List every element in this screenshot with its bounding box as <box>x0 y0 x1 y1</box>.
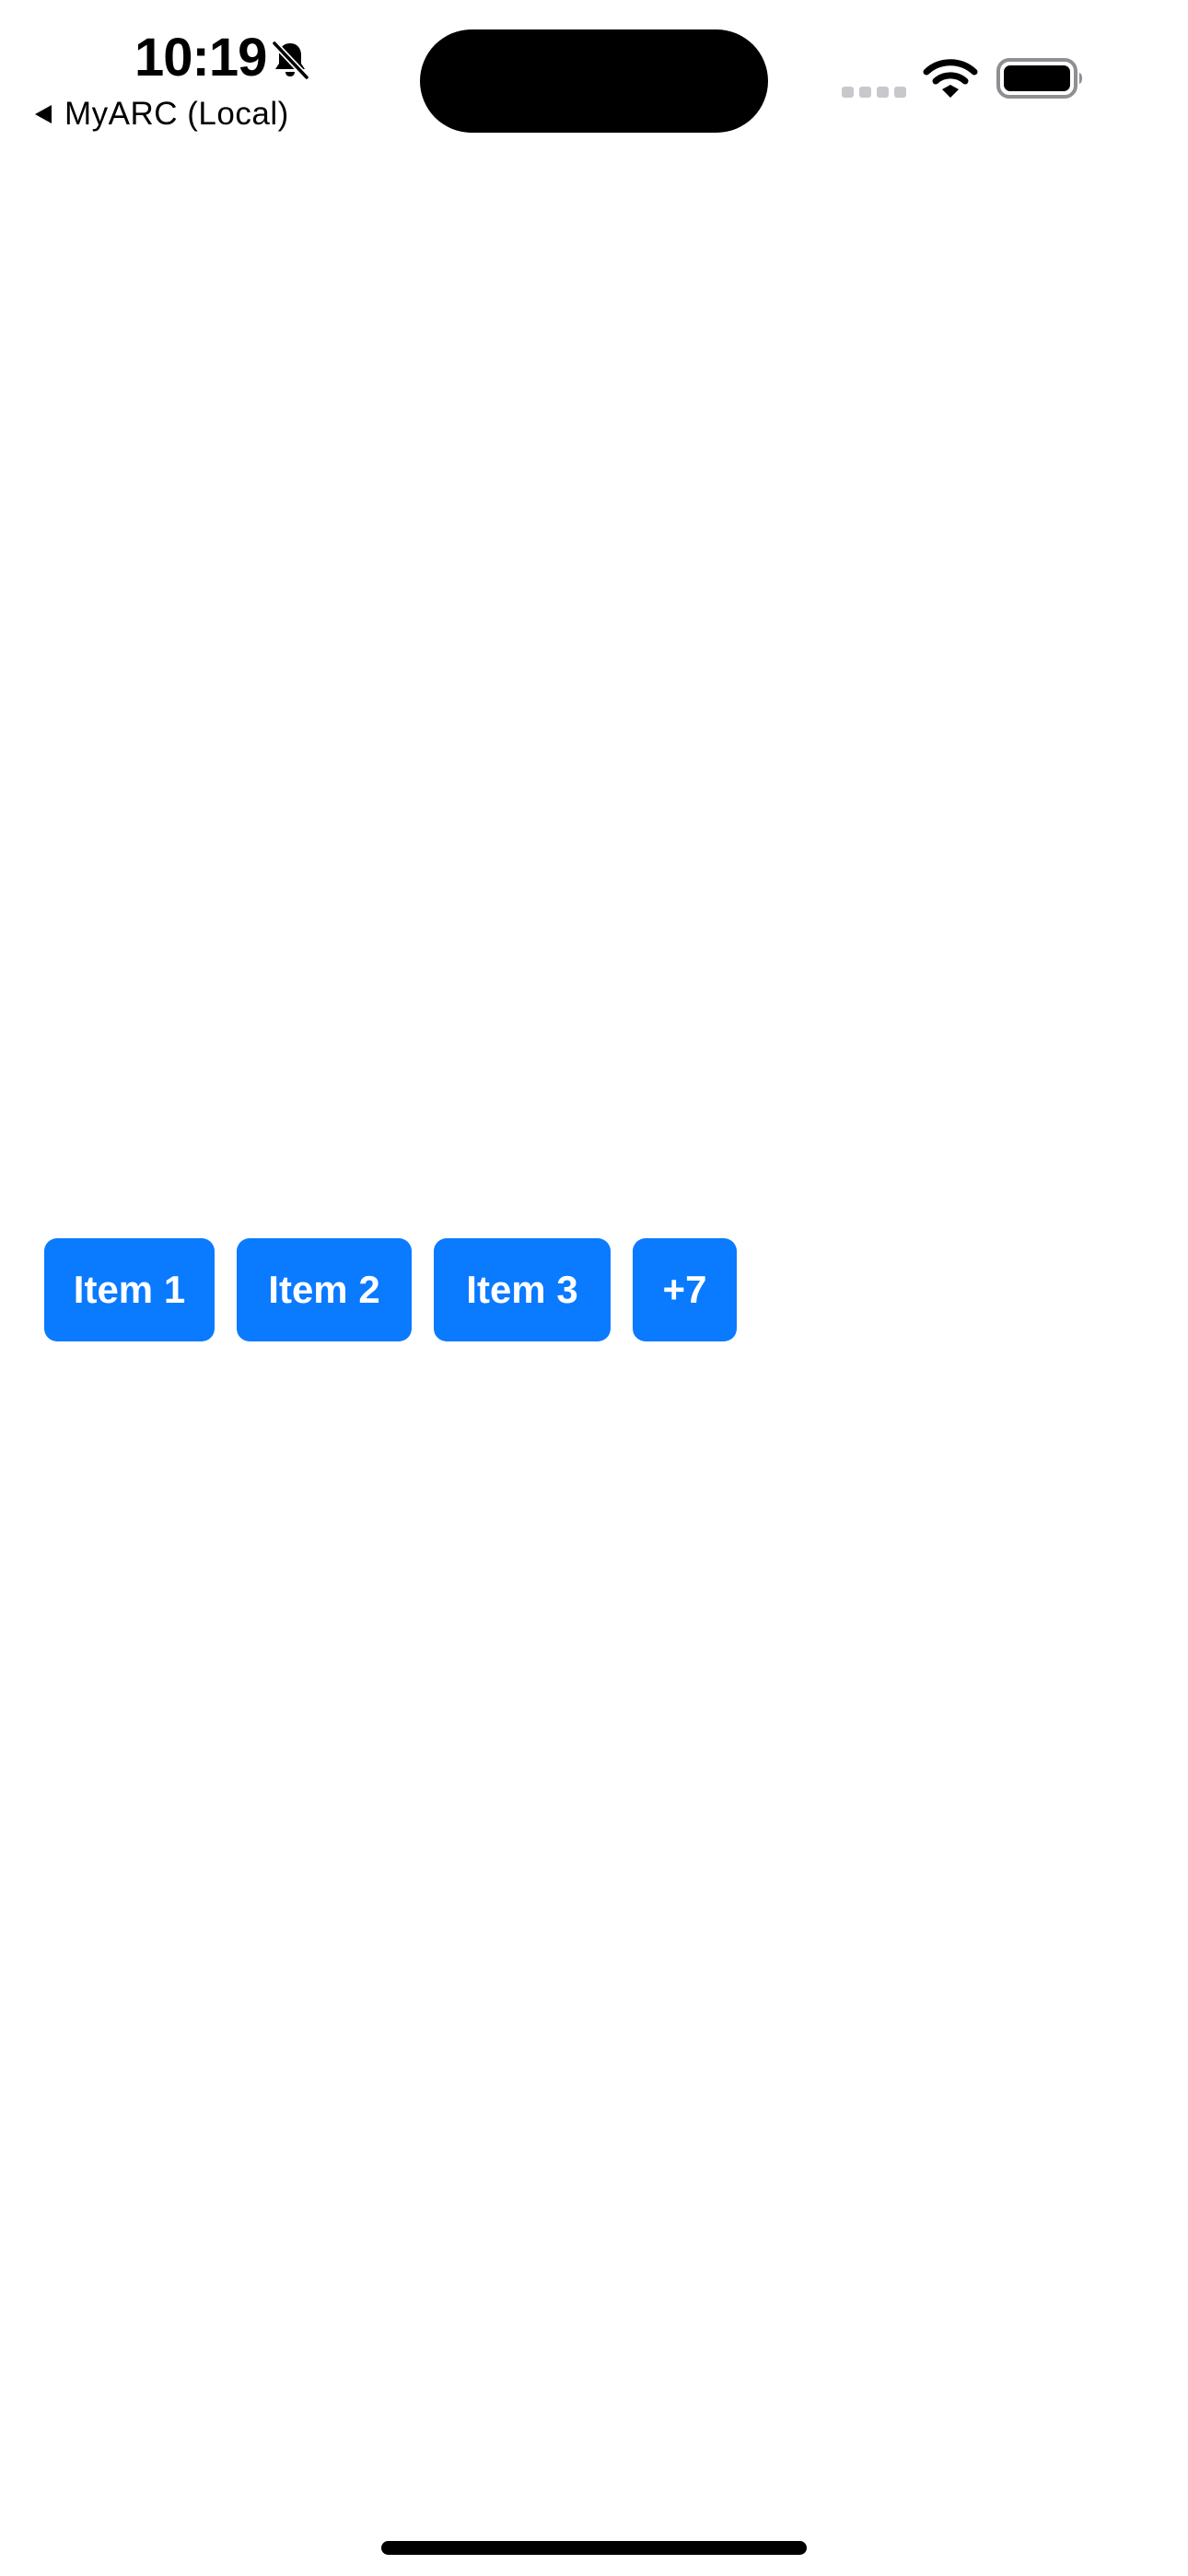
chip-overflow-more[interactable]: +7 <box>633 1238 737 1341</box>
status-bar: 10:19 MyARC (Local) <box>0 0 1188 147</box>
back-triangle-icon <box>35 105 52 123</box>
bell-off-icon <box>271 40 310 81</box>
battery-icon <box>996 58 1082 99</box>
status-time: 10:19 <box>134 28 267 88</box>
wifi-icon <box>923 59 978 98</box>
back-to-app-button[interactable]: MyARC (Local) <box>33 94 289 135</box>
chip-row: Item 1 Item 2 Item 3 +7 <box>44 1238 737 1341</box>
back-app-label: MyARC (Local) <box>64 96 289 132</box>
chip-item-2[interactable]: Item 2 <box>237 1238 412 1341</box>
chip-item-3[interactable]: Item 3 <box>434 1238 611 1341</box>
home-indicator[interactable] <box>381 2541 807 2555</box>
dynamic-island <box>420 29 768 133</box>
chip-item-1[interactable]: Item 1 <box>44 1238 215 1341</box>
cell-signal-icon <box>842 87 906 98</box>
